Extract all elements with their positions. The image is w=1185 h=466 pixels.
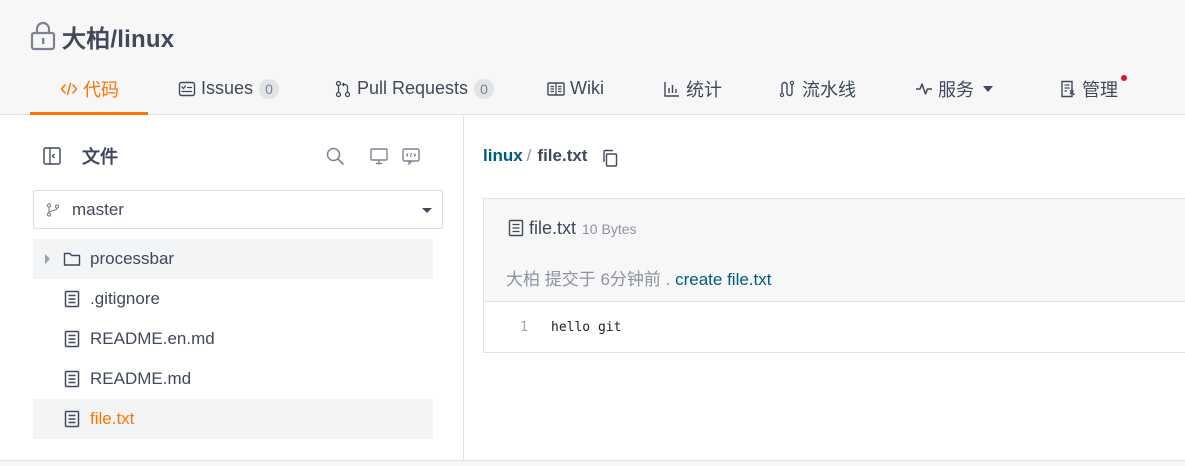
desktop-icon[interactable] (368, 145, 390, 167)
tab-pipeline-label: 流水线 (802, 79, 856, 100)
active-tab-indicator (30, 112, 148, 115)
tab-pull-requests[interactable]: Pull Requests 0 (334, 62, 495, 115)
repo-name[interactable]: 大柏/linux (62, 19, 174, 54)
tree-item-label: README.en.md (90, 329, 215, 348)
tab-issues-label: Issues (201, 78, 254, 98)
tab-pull-requests-label: Pull Requests (357, 78, 469, 98)
commit-info: 大柏 提交于 6分钟前 . create file.txt (506, 265, 771, 290)
manage-icon (1059, 80, 1077, 98)
repo-header: 大柏/linux 代码 Issues 0 Pull Requests 0 Wik… (0, 0, 1185, 115)
branch-name: master (72, 199, 124, 219)
commit-message-link[interactable]: create file.txt (675, 270, 771, 289)
file-tree: processbar .gitignore README.en.md READM… (33, 239, 433, 439)
issues-count-badge: 0 (259, 78, 280, 99)
collapse-sidebar-icon[interactable] (42, 146, 62, 166)
tree-item-label: .gitignore (90, 289, 160, 308)
file-icon (63, 370, 81, 388)
file-icon (63, 410, 81, 428)
file-icon (508, 219, 524, 237)
tab-wiki[interactable]: Wiki (547, 62, 604, 115)
branch-select[interactable]: master (33, 190, 443, 229)
breadcrumb-repo-link[interactable]: linux (483, 146, 523, 166)
web-ide-icon[interactable] (400, 145, 422, 167)
breadcrumb-separator: / (526, 146, 532, 165)
issues-icon (178, 80, 196, 98)
sidebar-tools (310, 144, 422, 168)
pull-request-icon (334, 80, 352, 98)
footer-divider (0, 460, 1185, 466)
folder-icon (63, 250, 81, 268)
expand-arrow-icon[interactable] (45, 254, 50, 264)
repo-tabs: 代码 Issues 0 Pull Requests 0 Wiki 统计 流水线 … (0, 62, 1185, 115)
file-viewer: file.txt 10 Bytes 大柏 提交于 6分钟前 . create f… (483, 198, 1185, 353)
file-icon (63, 290, 81, 308)
code-text: hello git (551, 319, 622, 335)
search-icon[interactable] (324, 145, 346, 167)
tab-manage-label: 管理 (1082, 79, 1118, 100)
file-title-row: file.txt 10 Bytes (508, 217, 637, 239)
commit-meta: 大柏 提交于 6分钟前 . (506, 270, 671, 289)
tree-item-label: processbar (90, 249, 175, 268)
tab-pipeline[interactable]: 流水线 (779, 62, 856, 115)
tab-service[interactable]: 服务 (915, 62, 993, 115)
file-name: file.txt (529, 217, 577, 238)
notification-dot (1121, 75, 1127, 81)
sidebar-title: 文件 (82, 147, 118, 167)
tab-stats-label: 统计 (686, 79, 722, 100)
tab-manage[interactable]: 管理 (1059, 62, 1118, 115)
tree-item-file[interactable]: README.en.md (33, 319, 433, 359)
tab-code-label: 代码 (83, 79, 119, 100)
copy-icon[interactable] (601, 149, 619, 167)
pipeline-icon (779, 80, 797, 98)
breadcrumb-file: file.txt (537, 146, 588, 165)
tree-item-folder[interactable]: processbar (33, 239, 433, 279)
branch-icon (46, 202, 60, 217)
caret-down-icon (422, 208, 432, 213)
tree-item-label: file.txt (90, 409, 135, 428)
pull-requests-count-badge: 0 (474, 78, 495, 99)
tree-item-file[interactable]: .gitignore (33, 279, 433, 319)
file-sidebar: 文件 master processbar .gitignore README.e… (0, 116, 464, 460)
tab-issues[interactable]: Issues 0 (178, 62, 280, 115)
code-line: 1 hello git (484, 317, 1185, 337)
file-icon (63, 330, 81, 348)
line-number: 1 (520, 319, 528, 335)
tab-service-label: 服务 (938, 79, 974, 100)
stats-icon (663, 80, 681, 98)
tab-wiki-label: Wiki (570, 78, 604, 98)
file-header: file.txt 10 Bytes 大柏 提交于 6分钟前 . create f… (484, 199, 1185, 302)
tab-stats[interactable]: 统计 (663, 62, 722, 115)
chevron-down-icon (983, 85, 993, 92)
tree-item-label: README.md (90, 369, 192, 388)
file-size: 10 Bytes (582, 221, 637, 237)
sidebar-header: 文件 (42, 144, 422, 168)
tab-code[interactable]: 代码 (60, 62, 119, 115)
repo-title: 大柏/linux (30, 19, 174, 54)
tree-item-file-selected[interactable]: file.txt (33, 399, 433, 439)
code-icon (60, 80, 78, 98)
breadcrumb: linux / file.txt (483, 143, 619, 169)
tree-item-file[interactable]: README.md (33, 359, 433, 399)
lock-icon (30, 21, 56, 51)
service-icon (915, 80, 933, 98)
wiki-icon (547, 80, 565, 98)
